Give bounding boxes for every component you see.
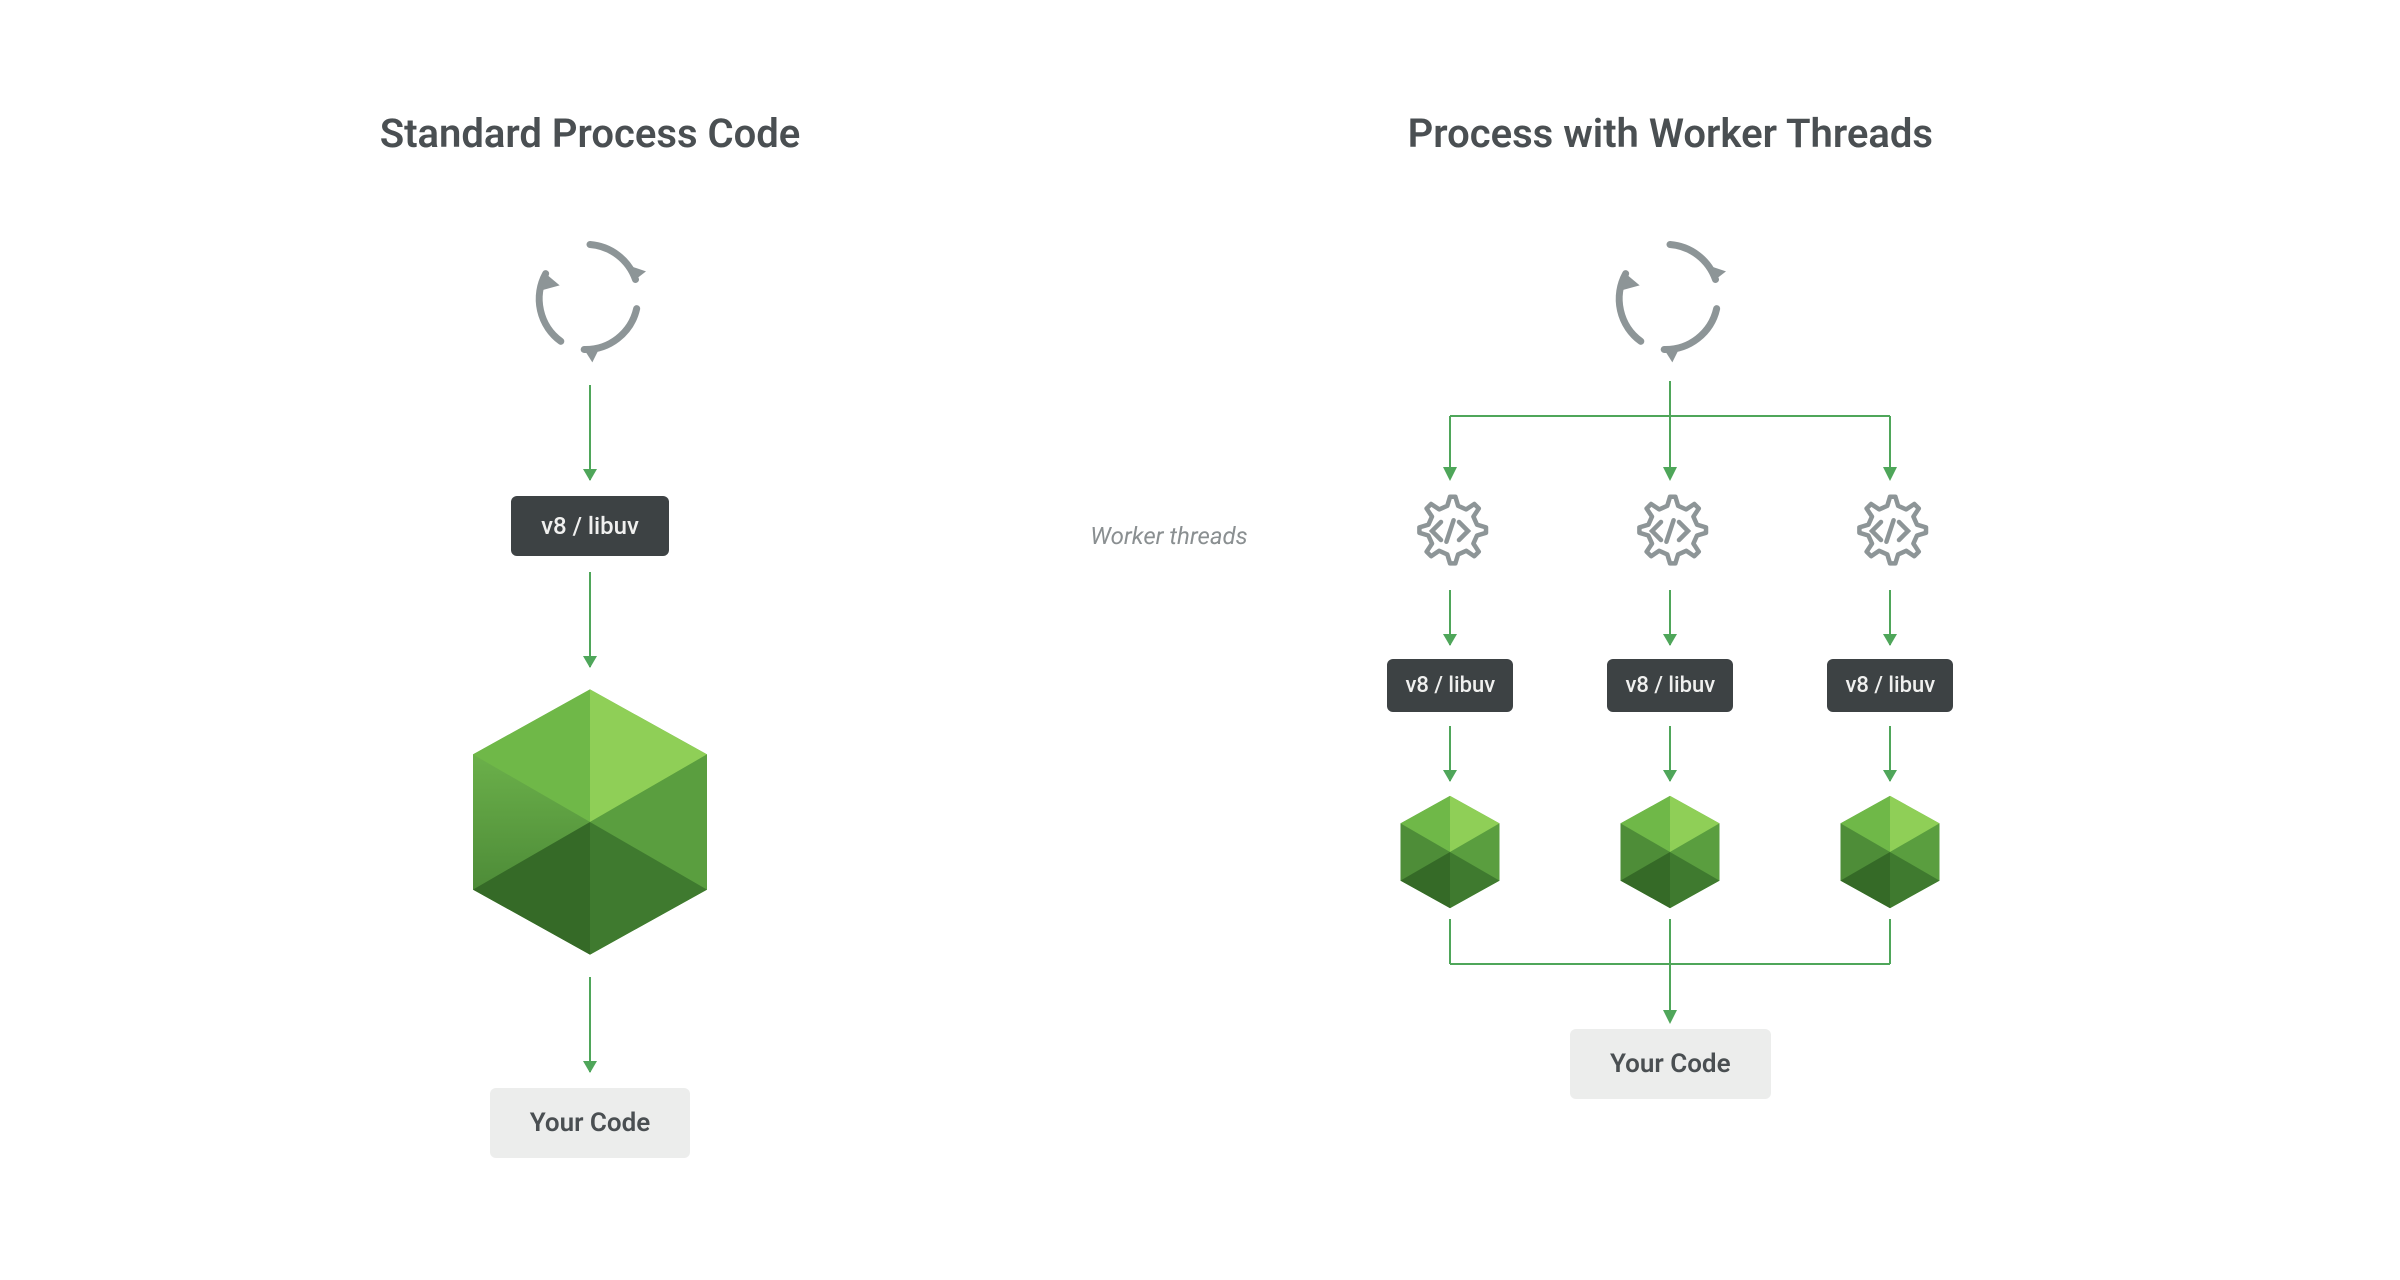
worker-branch: v8 / libuv (1600, 486, 1740, 913)
node-hexagon-icon (1615, 791, 1725, 913)
standard-process-column: Standard Process Code v8 / libuv (380, 110, 801, 1158)
event-loop-icon (1595, 227, 1745, 367)
arrow-down (1889, 726, 1891, 781)
v8-libuv-chip: v8 / libuv (1827, 659, 1953, 712)
diagram-canvas: Standard Process Code v8 / libuv (0, 110, 2400, 1158)
worker-branch: v8 / libuv (1820, 486, 1960, 913)
node-hexagon-icon (460, 677, 720, 967)
arrow-down (1669, 726, 1671, 781)
code-gear-icon (1845, 486, 1935, 576)
your-code-chip: Your Code (490, 1088, 691, 1158)
code-gear-icon (1405, 486, 1495, 576)
v8-libuv-chip: v8 / libuv (1607, 659, 1733, 712)
worker-branch: v8 / libuv (1380, 486, 1520, 913)
code-gear-icon (1625, 486, 1715, 576)
your-code-chip: Your Code (1570, 1029, 1771, 1099)
worker-threads-column: Process with Worker Threads (1320, 110, 2020, 1158)
arrow-down (589, 572, 591, 667)
arrow-down (1669, 590, 1671, 645)
arrow-down (1889, 590, 1891, 645)
node-hexagon-icon (1835, 791, 1945, 913)
arrow-down (589, 977, 591, 1072)
arrow-down (1449, 726, 1451, 781)
fan-in-connector (1380, 919, 1960, 1029)
arrow-down (589, 385, 591, 480)
worker-threads-label: Worker threads (1090, 522, 1247, 550)
event-loop-icon (515, 227, 665, 367)
fan-out-connector (1380, 381, 1960, 486)
node-hexagon-icon (1395, 791, 1505, 913)
v8-libuv-chip: v8 / libuv (511, 496, 669, 556)
standard-title: Standard Process Code (380, 110, 801, 157)
v8-libuv-chip: v8 / libuv (1387, 659, 1513, 712)
worker-title: Process with Worker Threads (1408, 110, 1933, 157)
worker-gears-row: v8 / libuv (1380, 486, 1960, 913)
arrow-down (1449, 590, 1451, 645)
